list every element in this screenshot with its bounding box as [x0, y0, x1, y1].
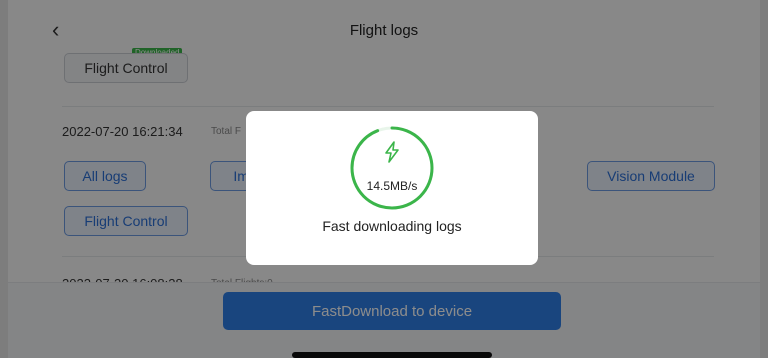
download-speed: 14.5MB/s — [366, 179, 418, 193]
device-frame-right — [760, 0, 768, 358]
download-progress-dialog: 14.5MB/s Fast downloading logs — [246, 111, 538, 265]
app-screen: ‹ Flight logs Downloaded Flight Control … — [8, 0, 760, 358]
device-frame-left — [0, 0, 8, 358]
lightning-bolt-icon — [385, 141, 399, 163]
download-status-text: Fast downloading logs — [322, 218, 462, 234]
progress-ring — [350, 126, 434, 210]
